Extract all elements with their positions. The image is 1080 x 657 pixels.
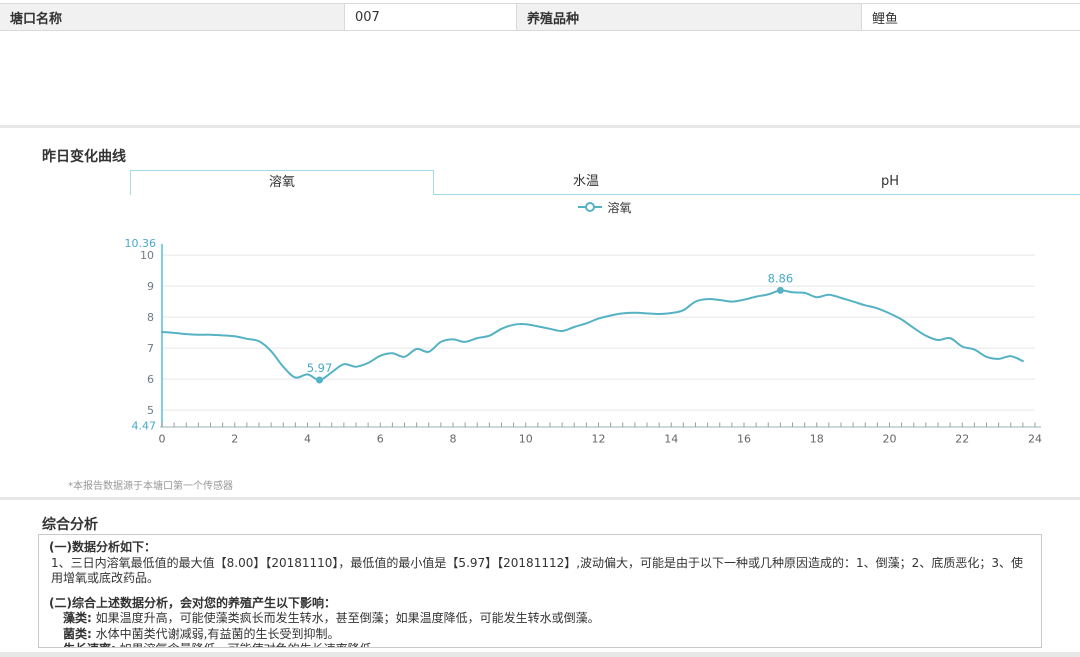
species-label: 养殖品种 — [517, 4, 862, 30]
analysis-part2-heading: (二)综合上述数据分析，会对您的养殖产生以下影响： — [49, 595, 336, 610]
svg-text:10: 10 — [519, 433, 533, 446]
analysis-item-bacteria: 菌类: 水体中菌类代谢减弱,有益菌的生长受到抑制。 — [63, 627, 1031, 643]
analysis-item-text: 如果温度升高，可能使藻类疯长而发生转水，甚至倒藻；如果温度降低，可能发生转水或倒… — [95, 611, 600, 625]
section-divider-top — [0, 125, 1080, 128]
chart-canvas: 567891010.364.470 2 4 6 8 10 12 14 16 18 20 22 248.8… — [125, 237, 1043, 446]
pond-name-value: 007 — [345, 4, 517, 30]
svg-text:2: 2 — [231, 433, 238, 446]
tab-dissolved-oxygen[interactable]: 溶氧 — [130, 170, 434, 195]
svg-text:20: 20 — [883, 433, 897, 446]
svg-text:6: 6 — [377, 433, 384, 446]
report-page: 塘口名称 007 养殖品种 鲤鱼 昨日变化曲线 溶氧 水温 pH 溶氧 5 6 7 8… — [0, 0, 1080, 657]
analysis-item-algae: 藻类: 如果温度升高，可能使藻类疯长而发生转水，甚至倒藻；如果温度降低，可能发生… — [63, 611, 1031, 627]
svg-text:5.97: 5.97 — [307, 361, 333, 375]
pond-name-label: 塘口名称 — [0, 4, 345, 30]
svg-text:12: 12 — [592, 433, 606, 446]
svg-text:7: 7 — [147, 342, 154, 355]
svg-text:8: 8 — [450, 433, 457, 446]
svg-text:4: 4 — [304, 433, 311, 446]
analysis-item-text: 如果溶氧含量降低，可能使对鱼的生长速率降低。 — [120, 642, 384, 647]
pond-info-bar: 塘口名称 007 养殖品种 鲤鱼 — [0, 3, 1080, 31]
svg-text:10.36: 10.36 — [125, 237, 157, 250]
section-divider-middle — [0, 497, 1080, 500]
analysis-item-label: 菌类: — [63, 626, 92, 641]
svg-text:5: 5 — [147, 404, 154, 417]
page-bottom-divider — [0, 652, 1080, 657]
dissolved-oxygen-line-chart[interactable]: 5 6 7 8 9 10 10.36 4.47 0 2 4 6 8 10 12 14 16 18 20 22 24 8.8… — [0, 230, 1080, 457]
analysis-item-growth-rate: 生长速率: 如果溶氧含量降低，可能使对鱼的生长速率降低。 — [63, 642, 1031, 647]
chart-footnote: *本报告数据源于本塘口第一个传感器 — [68, 481, 233, 492]
chart-legend-item[interactable]: 溶氧 — [540, 199, 670, 215]
svg-text:8.86: 8.86 — [768, 271, 794, 285]
analysis-part1-line: 1、三日内溶氧最低值的最大值【8.00】【20181110】，最低值的最小值是【… — [51, 555, 1023, 586]
svg-text:22: 22 — [955, 433, 969, 446]
svg-text:24: 24 — [1028, 433, 1042, 446]
svg-text:18: 18 — [810, 433, 824, 446]
svg-text:0: 0 — [159, 433, 166, 446]
analysis-item-text: 水体中菌类代谢减弱,有益菌的生长受到抑制。 — [95, 626, 340, 641]
legend-label: 溶氧 — [607, 200, 632, 215]
svg-text:10: 10 — [140, 249, 154, 262]
species-value: 鲤鱼 — [862, 4, 1080, 30]
svg-text:9: 9 — [147, 280, 154, 293]
line-series-legend-icon — [578, 202, 603, 212]
svg-text:4.47: 4.47 — [132, 420, 157, 433]
tab-ph[interactable]: pH — [738, 170, 1042, 195]
svg-text:8: 8 — [147, 311, 154, 324]
svg-text:6: 6 — [147, 373, 154, 386]
tab-water-temperature[interactable]: 水温 — [434, 170, 738, 195]
svg-text:16: 16 — [737, 433, 751, 446]
svg-text:14: 14 — [664, 433, 678, 446]
curve-section-title: 昨日变化曲线 — [42, 149, 126, 165]
analysis-part1-heading: (一)数据分析如下： — [49, 540, 156, 554]
analysis-item-label: 生长速率: — [63, 642, 116, 647]
analysis-box: (一)数据分析如下： 1、三日内溶氧最低值的最大值【8.00】【20181110… — [38, 534, 1042, 648]
analysis-section-title: 综合分析 — [42, 517, 98, 533]
analysis-item-label: 藻类: — [63, 611, 92, 625]
